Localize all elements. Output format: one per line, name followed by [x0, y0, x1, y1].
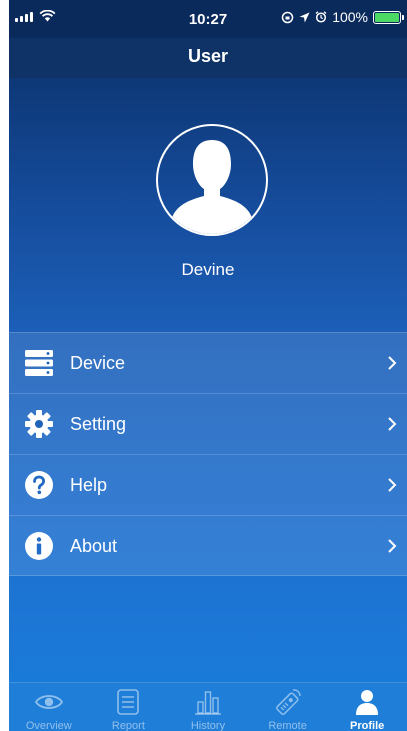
help-icon: [25, 471, 53, 499]
tab-remote[interactable]: Remote: [248, 683, 328, 731]
status-bar: 10:27 100%: [9, 0, 407, 38]
tab-label-history: History: [190, 720, 226, 731]
battery-icon: [373, 10, 404, 24]
chevron-right-icon: [388, 356, 397, 370]
location-icon: [299, 12, 310, 22]
remote-icon: [275, 689, 301, 715]
page-title: User: [187, 46, 229, 66]
bar-chart-icon: [194, 691, 221, 715]
menu-item-help[interactable]: Help: [9, 454, 407, 515]
tab-bar: Overview Report History Remote Profile: [9, 682, 407, 731]
navigation-bar: User: [9, 38, 407, 78]
tab-label-overview: Overview: [25, 720, 72, 731]
chevron-right-icon: [388, 417, 397, 431]
phone-screen: 10:27 100% User Devine Device Setting He…: [9, 0, 407, 731]
menu-label-about: About: [70, 536, 118, 556]
status-right: 100%: [281, 9, 404, 25]
tab-history[interactable]: History: [168, 683, 248, 731]
menu-label-device: Device: [70, 353, 126, 373]
tab-profile[interactable]: Profile: [327, 683, 407, 731]
menu-item-device[interactable]: Device: [9, 332, 407, 393]
eye-icon: [34, 695, 63, 709]
list-icon: [117, 689, 140, 715]
avatar[interactable]: [156, 124, 268, 236]
tab-label-profile: Profile: [350, 720, 385, 731]
gear-icon: [25, 410, 53, 438]
tab-report[interactable]: Report: [89, 683, 169, 731]
tab-label-remote: Remote: [268, 720, 307, 731]
menu-item-setting[interactable]: Setting: [9, 393, 407, 454]
chevron-right-icon: [388, 478, 397, 492]
profile-menu: Device Setting Help About: [9, 332, 407, 576]
user-silhouette-icon: [172, 140, 252, 234]
menu-item-about[interactable]: About: [9, 515, 407, 576]
username: Devine: [181, 260, 235, 279]
menu-label-setting: Setting: [70, 414, 127, 434]
chevron-right-icon: [388, 539, 397, 553]
battery-fill: [375, 12, 399, 22]
info-icon: [25, 532, 53, 560]
tab-label-report: Report: [111, 720, 145, 731]
menu-label-help: Help: [70, 475, 108, 495]
alarm-icon: [315, 11, 327, 23]
server-icon: [25, 350, 53, 376]
tab-overview[interactable]: Overview: [9, 683, 89, 731]
person-icon: [356, 690, 379, 715]
battery-percent: 100%: [332, 9, 368, 25]
orientation-lock-icon: [281, 11, 294, 23]
